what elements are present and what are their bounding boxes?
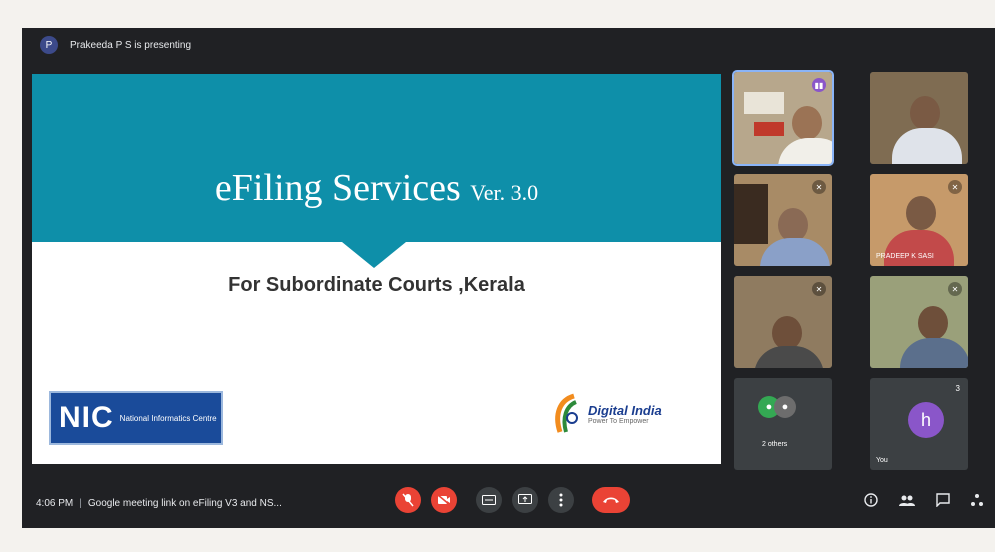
slide-subtitle: For Subordinate Courts ,Kerala bbox=[228, 274, 525, 296]
self-name: You bbox=[876, 457, 888, 464]
slide-notch bbox=[342, 242, 406, 268]
digital-india-swoosh-icon bbox=[555, 393, 578, 433]
others-label: 2 others bbox=[762, 441, 788, 448]
participant-head bbox=[778, 208, 808, 242]
digital-india-text: Digital India bbox=[588, 403, 662, 418]
participant-name: PRADEEP K SASI bbox=[876, 253, 934, 260]
activities-icon bbox=[971, 494, 983, 506]
mic-off-icon: ✕ bbox=[948, 180, 962, 194]
digital-india-logo: Digital India Power To Empower bbox=[552, 384, 702, 444]
room-frame bbox=[744, 92, 784, 114]
mic-toggle-button[interactable] bbox=[395, 487, 421, 513]
participant-tile[interactable]: ✕ bbox=[870, 276, 968, 368]
mic-off-icon: ✕ bbox=[948, 282, 962, 296]
room-door bbox=[734, 184, 768, 244]
chat-icon bbox=[936, 493, 950, 507]
camera-toggle-button[interactable] bbox=[431, 487, 457, 513]
people-icon bbox=[899, 495, 915, 506]
participant-tile[interactable]: ✕ PRADEEP K SASI bbox=[870, 174, 968, 266]
present-button[interactable] bbox=[512, 487, 538, 513]
participant-tile[interactable]: ✕ bbox=[734, 174, 832, 266]
participant-head bbox=[772, 316, 802, 350]
hang-up-icon bbox=[603, 497, 619, 503]
captions-icon bbox=[482, 495, 496, 505]
nic-logo: NIC National Informatics Centre bbox=[49, 391, 223, 445]
meeting-title: Google meeting link on eFiling V3 and NS… bbox=[87, 497, 282, 509]
leave-call-button[interactable] bbox=[592, 487, 630, 513]
participant-tile[interactable]: ▮▮ bbox=[732, 70, 834, 166]
divider: | bbox=[79, 497, 82, 509]
slide-title-text: eFiling Services bbox=[214, 167, 461, 209]
meeting-time: 4:06 PM bbox=[36, 497, 74, 509]
camera-off-icon bbox=[437, 494, 451, 506]
participant-tile-others[interactable]: ● ● 2 others bbox=[734, 378, 832, 470]
more-vert-icon bbox=[559, 493, 563, 507]
self-avatar: h bbox=[908, 402, 944, 438]
digital-india-tagline: Power To Empower bbox=[588, 418, 649, 425]
people-button[interactable] bbox=[894, 487, 920, 513]
mic-off-icon bbox=[402, 493, 414, 507]
nic-logo-text: National Informatics Centre bbox=[119, 413, 217, 423]
participant-tile[interactable] bbox=[870, 72, 968, 164]
meeting-info-button[interactable] bbox=[858, 487, 884, 513]
captions-button[interactable] bbox=[476, 487, 502, 513]
self-tile[interactable]: h You 3 bbox=[870, 378, 968, 470]
mic-off-icon: ✕ bbox=[812, 282, 826, 296]
presenter-avatar: P bbox=[40, 36, 58, 54]
chat-button[interactable] bbox=[930, 487, 956, 513]
meet-window: P Prakeeda P S is presenting eFiling Ser… bbox=[22, 28, 995, 528]
participant-head bbox=[910, 96, 940, 130]
mic-off-icon: ✕ bbox=[812, 180, 826, 194]
bottom-bar: 4:06 PM | Google meeting link on eFiling… bbox=[22, 478, 995, 528]
others-avatar-2: ● bbox=[774, 396, 796, 418]
presenting-label: Prakeeda P S is presenting bbox=[70, 39, 192, 51]
self-count: 3 bbox=[955, 384, 960, 393]
participant-head bbox=[918, 306, 948, 340]
shared-slide[interactable]: eFiling Services Ver. 3.0 For Subordinat… bbox=[32, 74, 721, 464]
presenting-bar: P Prakeeda P S is presenting bbox=[22, 28, 995, 62]
room-object bbox=[754, 122, 784, 136]
nic-logo-letters: NIC bbox=[59, 401, 114, 434]
participant-tile[interactable]: ✕ bbox=[734, 276, 832, 368]
speaking-indicator-icon: ▮▮ bbox=[812, 78, 826, 92]
slide-title: eFiling Services Ver. 3.0 bbox=[32, 166, 721, 210]
present-screen-icon bbox=[518, 494, 532, 504]
activities-button[interactable] bbox=[964, 487, 990, 513]
info-icon bbox=[864, 493, 878, 507]
slide-title-band bbox=[32, 74, 721, 242]
more-options-button[interactable] bbox=[548, 487, 574, 513]
slide-version: Ver. 3.0 bbox=[470, 180, 539, 205]
participant-head bbox=[792, 106, 822, 140]
participant-head bbox=[906, 196, 936, 230]
